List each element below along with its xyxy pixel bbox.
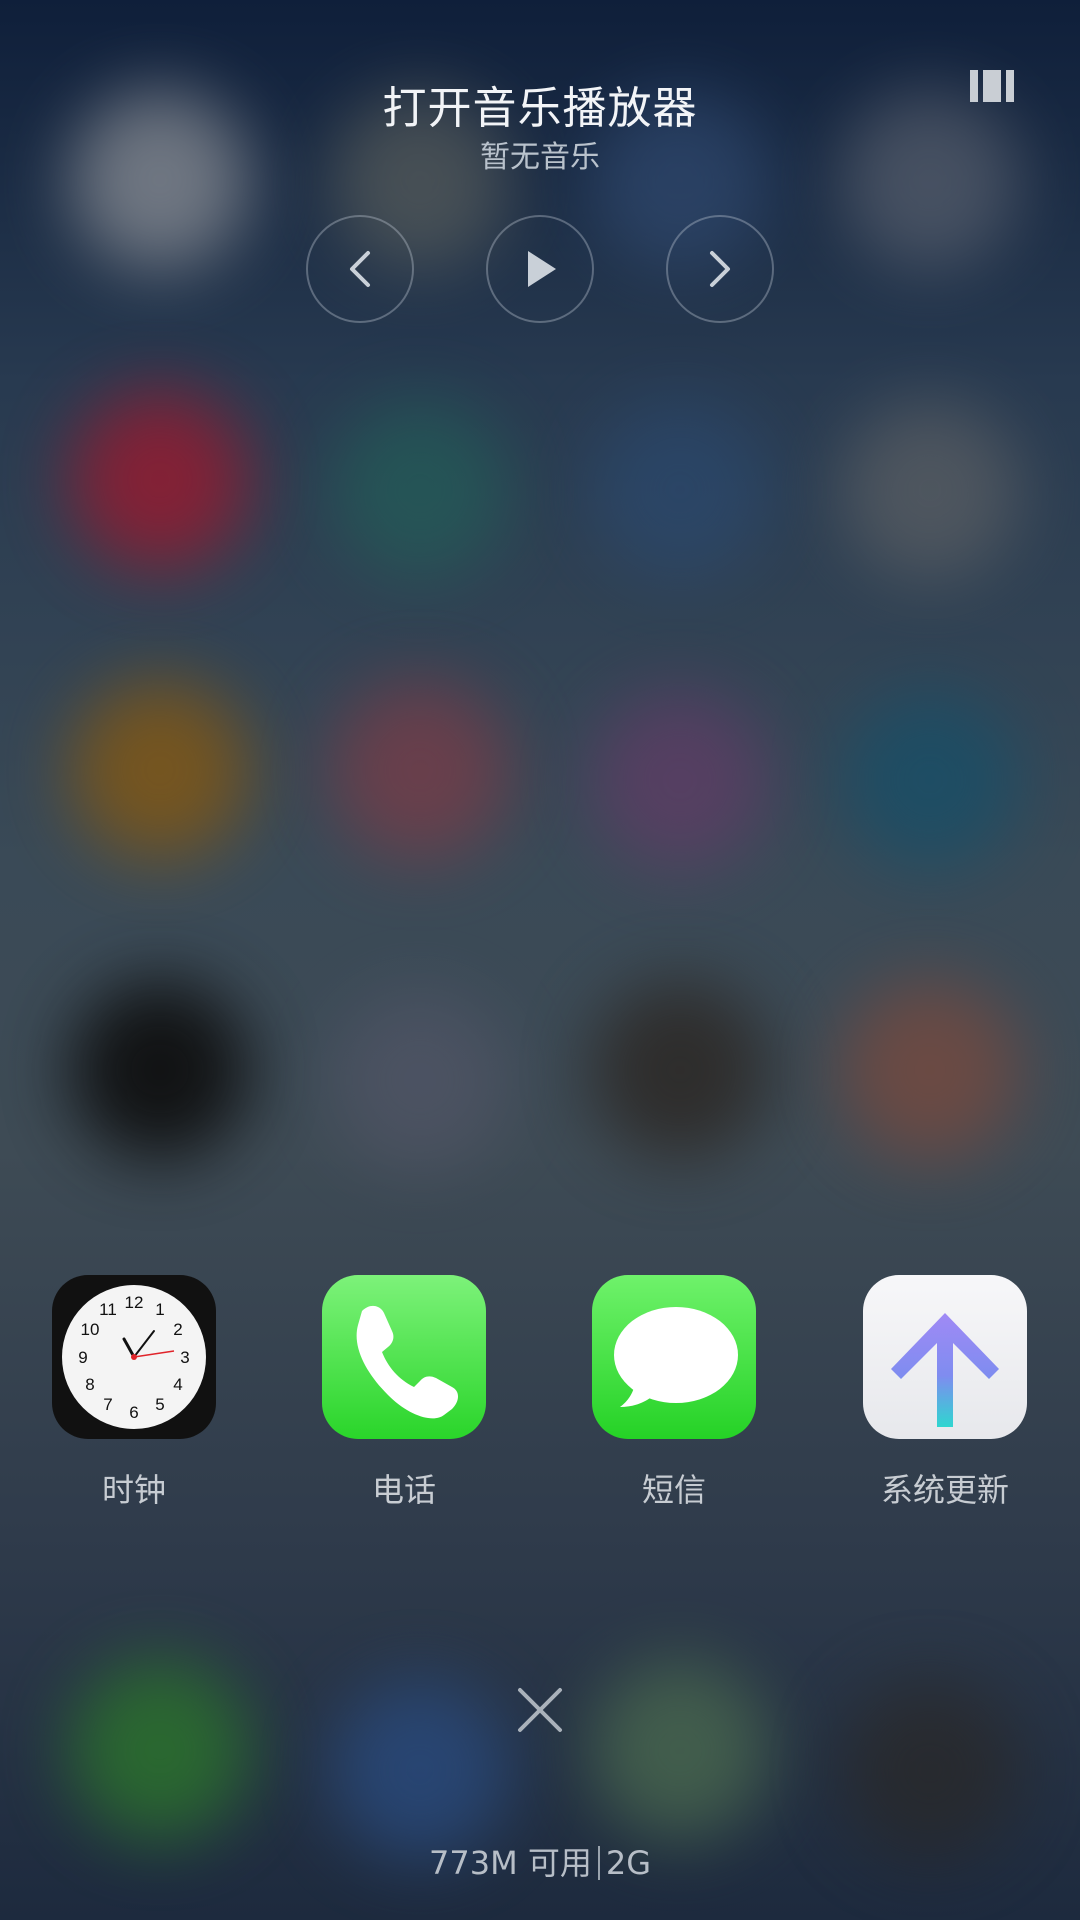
clock-numeral: 9 bbox=[78, 1348, 87, 1367]
clock-icon: 12 1 2 3 4 5 6 7 8 9 10 11 bbox=[52, 1275, 216, 1439]
clock-numeral: 8 bbox=[85, 1375, 94, 1394]
blurred-icon bbox=[840, 1680, 1020, 1860]
clock-numeral: 1 bbox=[155, 1300, 164, 1319]
up-arrow-icon bbox=[863, 1275, 1027, 1439]
close-all-button[interactable] bbox=[510, 1680, 570, 1740]
blurred-icon bbox=[840, 400, 1020, 580]
blurred-icon bbox=[70, 390, 250, 570]
app-phone[interactable]: 电话 bbox=[304, 1275, 504, 1511]
play-icon bbox=[528, 251, 556, 287]
clock-numeral: 3 bbox=[180, 1348, 189, 1367]
app-label: 电话 bbox=[371, 1471, 436, 1509]
blurred-icon bbox=[330, 680, 510, 860]
clock-numeral: 10 bbox=[81, 1320, 100, 1339]
clock-numeral: 12 bbox=[125, 1293, 144, 1312]
chevron-left-icon bbox=[350, 251, 370, 287]
previous-track-button[interactable] bbox=[306, 215, 414, 323]
blurred-icon bbox=[70, 980, 250, 1160]
divider bbox=[597, 1846, 600, 1880]
blurred-icon bbox=[840, 690, 1020, 870]
clock-numeral: 11 bbox=[99, 1300, 117, 1319]
app-label: 时钟 bbox=[101, 1471, 166, 1509]
clock-numeral: 2 bbox=[173, 1320, 182, 1339]
app-label: 系统更新 bbox=[880, 1471, 1009, 1509]
message-bubble-icon bbox=[592, 1275, 756, 1439]
blurred-icon bbox=[590, 400, 770, 580]
phone-icon bbox=[322, 1275, 486, 1439]
clock-numeral: 7 bbox=[103, 1395, 112, 1414]
blurred-icon bbox=[590, 690, 770, 870]
blurred-icon bbox=[590, 980, 770, 1160]
music-status-text: 暂无音乐 bbox=[480, 140, 600, 175]
memory-available: 773M 可用 bbox=[428, 1844, 592, 1882]
next-track-button[interactable] bbox=[666, 215, 774, 323]
app-messages[interactable]: 短信 bbox=[574, 1275, 774, 1511]
blurred-icon bbox=[330, 990, 510, 1170]
memory-total: 2G bbox=[605, 1844, 652, 1882]
music-player-title[interactable]: 打开音乐播放器 bbox=[0, 72, 1080, 136]
task-view-toggle-icon[interactable] bbox=[970, 70, 1014, 102]
clock-numeral: 5 bbox=[155, 1395, 164, 1414]
blurred-icon bbox=[330, 1680, 510, 1860]
app-label: 短信 bbox=[641, 1471, 706, 1509]
blurred-icon bbox=[590, 1660, 770, 1840]
blurred-icon bbox=[330, 400, 510, 580]
app-clock[interactable]: 12 1 2 3 4 5 6 7 8 9 10 11 时钟 bbox=[34, 1275, 234, 1511]
close-icon bbox=[518, 1688, 562, 1732]
blurred-icon bbox=[70, 680, 250, 860]
memory-status: 773M 可用 2G bbox=[0, 1838, 1080, 1884]
chevron-right-icon bbox=[710, 251, 730, 287]
clock-numeral: 6 bbox=[129, 1403, 138, 1422]
play-button[interactable] bbox=[486, 215, 594, 323]
app-system-update[interactable]: 系统更新 bbox=[845, 1275, 1045, 1511]
clock-numeral: 4 bbox=[173, 1375, 182, 1394]
blurred-icon bbox=[70, 1660, 250, 1840]
blurred-icon bbox=[840, 980, 1020, 1160]
